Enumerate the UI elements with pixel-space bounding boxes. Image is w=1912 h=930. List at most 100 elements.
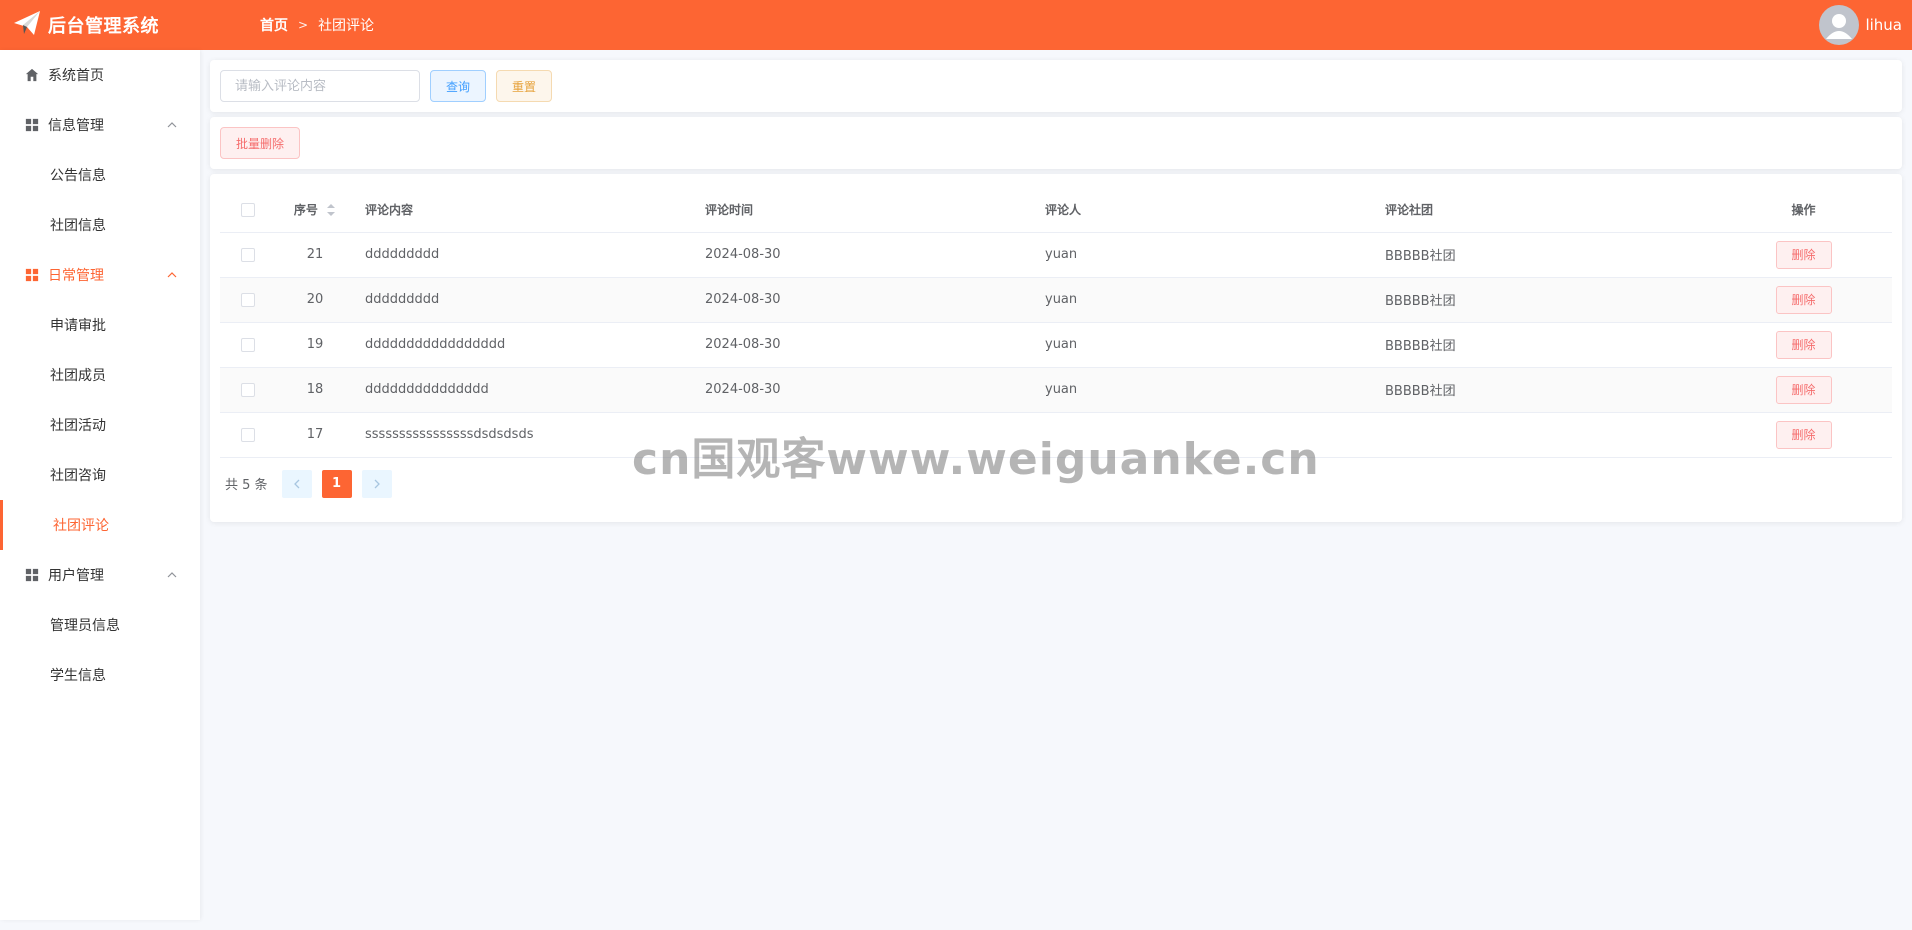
search-bar: 查询 重置 — [210, 60, 1902, 112]
cell-time: 2024-08-30 — [695, 322, 1035, 368]
cell-content: ddddddddd — [355, 232, 695, 278]
pagination: 共 5 条 1 — [220, 469, 1892, 498]
sidebar-item-notice[interactable]: 公告信息 — [0, 150, 200, 200]
row-checkbox[interactable] — [240, 427, 255, 442]
sidebar-group-users[interactable]: 用户管理 — [0, 550, 200, 600]
comments-table-card: 序号 评论内容 评论时间 评论人 评论社团 操作 21 ddddddddd 20… — [210, 174, 1902, 522]
grid-icon — [24, 567, 40, 583]
delete-button[interactable]: 删除 — [1775, 285, 1832, 314]
table-row: 17 ssssssssssssssssdsdsdsds 删除 — [220, 412, 1892, 458]
breadcrumb-current: 社团评论 — [318, 18, 375, 34]
sidebar-item-club-info[interactable]: 社团信息 — [0, 200, 200, 250]
grid-icon — [24, 117, 40, 133]
batch-delete-button[interactable]: 批量删除 — [220, 127, 300, 159]
logo[interactable]: 后台管理系统 — [0, 8, 240, 42]
cell-user: yuan — [1035, 277, 1375, 323]
cell-content: ddddddddddddddd — [355, 367, 695, 413]
action-bar: 批量删除 — [210, 117, 1902, 169]
query-button[interactable]: 查询 — [430, 70, 486, 102]
sidebar-item-label: 社团评论 — [53, 518, 109, 534]
sort-num-header[interactable]: 序号 — [275, 187, 355, 233]
row-checkbox[interactable] — [240, 337, 255, 352]
sort-icon[interactable] — [326, 203, 336, 217]
delete-button[interactable]: 删除 — [1775, 420, 1832, 449]
cell-num: 17 — [275, 412, 355, 458]
page-number-button[interactable]: 1 — [321, 469, 352, 498]
delete-button[interactable]: 删除 — [1775, 330, 1832, 359]
sidebar-item-admin[interactable]: 管理员信息 — [0, 600, 200, 650]
paper-plane-icon — [12, 8, 42, 42]
cell-content: ddddddddd — [355, 277, 695, 323]
pagination-total: 共 5 条 — [225, 478, 268, 493]
sidebar-item-members[interactable]: 社团成员 — [0, 350, 200, 400]
chevron-up-icon — [167, 572, 177, 578]
cell-time — [695, 412, 1035, 458]
sidebar-item-students[interactable]: 学生信息 — [0, 650, 200, 700]
cell-user — [1035, 412, 1375, 458]
sidebar-item-home[interactable]: 系统首页 — [0, 50, 200, 100]
cell-club: BBBBB社团 — [1375, 232, 1715, 278]
column-header-num: 序号 — [293, 202, 318, 217]
prev-page-button[interactable] — [281, 469, 312, 498]
cell-time: 2024-08-30 — [695, 232, 1035, 278]
sidebar-item-label: 申请审批 — [50, 318, 106, 334]
home-icon — [24, 67, 40, 83]
sidebar-item-label: 用户管理 — [48, 568, 104, 584]
sidebar-group-info[interactable]: 信息管理 — [0, 100, 200, 150]
breadcrumb: 首页 > 社团评论 — [260, 15, 374, 35]
row-checkbox[interactable] — [240, 382, 255, 397]
cell-club — [1375, 412, 1715, 458]
sidebar-item-label: 日常管理 — [48, 268, 104, 284]
delete-button[interactable]: 删除 — [1775, 240, 1832, 269]
search-input[interactable] — [220, 70, 420, 102]
table-row: 18 ddddddddddddddd 2024-08-30 yuan BBBBB… — [220, 367, 1892, 413]
delete-button[interactable]: 删除 — [1775, 375, 1832, 404]
row-checkbox[interactable] — [240, 247, 255, 262]
user-icon — [1826, 14, 1853, 39]
cell-num: 18 — [275, 367, 355, 413]
next-page-button[interactable] — [361, 469, 392, 498]
column-header-club: 评论社团 — [1375, 187, 1715, 233]
chevron-up-icon — [167, 272, 177, 278]
table-header-row: 序号 评论内容 评论时间 评论人 评论社团 操作 — [220, 187, 1892, 233]
cell-content: ssssssssssssssssdsdsdsds — [355, 412, 695, 458]
cell-num: 20 — [275, 277, 355, 323]
user-menu[interactable]: lihua — [1819, 5, 1902, 45]
username: lihua — [1865, 16, 1902, 34]
comments-table: 序号 评论内容 评论时间 评论人 评论社团 操作 21 ddddddddd 20… — [220, 187, 1892, 458]
cell-time: 2024-08-30 — [695, 367, 1035, 413]
top-header: 后台管理系统 首页 > 社团评论 lihua — [0, 0, 1912, 50]
cell-club: BBBBB社团 — [1375, 322, 1715, 368]
avatar[interactable] — [1819, 5, 1860, 45]
sidebar-item-activities[interactable]: 社团活动 — [0, 400, 200, 450]
cell-time: 2024-08-30 — [695, 277, 1035, 323]
table-row: 21 ddddddddd 2024-08-30 yuan BBBBB社团 删除 — [220, 232, 1892, 278]
sidebar-group-daily[interactable]: 日常管理 — [0, 250, 200, 300]
breadcrumb-separator: > — [298, 18, 309, 32]
cell-user: yuan — [1035, 232, 1375, 278]
sidebar-item-consult[interactable]: 社团咨询 — [0, 450, 200, 500]
chevron-left-icon — [293, 479, 300, 488]
sidebar-item-label: 公告信息 — [50, 168, 106, 184]
sidebar-item-label: 学生信息 — [50, 668, 106, 684]
reset-button[interactable]: 重置 — [496, 70, 552, 102]
column-header-user: 评论人 — [1035, 187, 1375, 233]
sidebar-item-approval[interactable]: 申请审批 — [0, 300, 200, 350]
cell-club: BBBBB社团 — [1375, 367, 1715, 413]
breadcrumb-home[interactable]: 首页 — [260, 15, 288, 35]
sidebar-item-label: 系统首页 — [48, 68, 104, 84]
cell-user: yuan — [1035, 367, 1375, 413]
cell-content: ddddddddddddddddd — [355, 322, 695, 368]
grid-icon — [24, 267, 40, 283]
sidebar-item-label: 社团活动 — [50, 418, 106, 434]
sidebar-item-comments[interactable]: 社团评论 — [0, 500, 200, 550]
sidebar-item-label: 社团咨询 — [50, 468, 106, 484]
column-header-time: 评论时间 — [695, 187, 1035, 233]
table-row: 20 ddddddddd 2024-08-30 yuan BBBBB社团 删除 — [220, 277, 1892, 323]
row-checkbox[interactable] — [240, 292, 255, 307]
cell-num: 21 — [275, 232, 355, 278]
app-title: 后台管理系统 — [48, 16, 159, 37]
select-all-checkbox[interactable] — [240, 202, 255, 217]
cell-user: yuan — [1035, 322, 1375, 368]
sidebar-item-label: 社团成员 — [50, 368, 106, 384]
